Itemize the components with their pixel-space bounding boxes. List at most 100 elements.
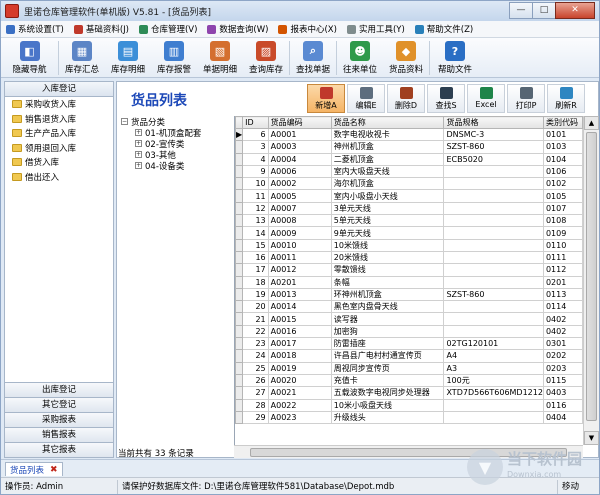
toolbar-button-5[interactable]: ▨ 查询库存: [243, 38, 289, 78]
action-button-3[interactable]: 查找S: [427, 84, 465, 113]
table-row[interactable]: 25 A0019 周视同步宣传页 A3 0203: [235, 361, 583, 375]
toolbar-button-2[interactable]: ▤ 库存明细: [105, 38, 151, 78]
table-row[interactable]: 21 A0015 读写器 0402: [235, 312, 583, 326]
row-selector[interactable]: [235, 164, 244, 179]
table-row[interactable]: 18 A0201 条幅 0201: [235, 275, 583, 289]
nav-item-2[interactable]: 生产产品入库: [5, 126, 113, 141]
tree-node-1[interactable]: +02-宣传类: [117, 138, 234, 150]
table-row[interactable]: 19 A0013 环神州机顶盒 SZST-860 0113: [235, 287, 583, 302]
expand-icon[interactable]: +: [135, 129, 142, 136]
row-selector[interactable]: [235, 226, 244, 240]
toolbar-button-8[interactable]: ◆ 货品资料: [383, 38, 429, 78]
row-selector[interactable]: [235, 312, 244, 326]
nav-group-button-4[interactable]: 其它报表: [5, 442, 113, 457]
table-row[interactable]: 14 A0009 9单元天线 0109: [235, 226, 583, 240]
table-row[interactable]: 16 A0011 20米馈线 0111: [235, 250, 583, 265]
nav-item-0[interactable]: 采购收货入库: [5, 97, 113, 112]
row-selector[interactable]: ▶: [235, 127, 244, 142]
nav-header-inbound[interactable]: 入库登记: [5, 82, 113, 97]
nav-group-button-2[interactable]: 采购报表: [5, 412, 113, 427]
scroll-thumb[interactable]: [586, 132, 597, 421]
row-selector[interactable]: [235, 373, 244, 388]
row-selector[interactable]: [235, 189, 244, 203]
nav-item-5[interactable]: 借出还入: [5, 170, 113, 185]
menu-item-6[interactable]: 帮助文件(Z): [410, 21, 478, 38]
row-selector[interactable]: [235, 152, 244, 166]
table-row[interactable]: 29 A0023 升级线头 0404: [235, 410, 583, 425]
toolbar-button-0[interactable]: ◧ 隐藏导航: [1, 38, 58, 78]
toolbar-button-7[interactable]: ☻ 往来单位: [337, 38, 383, 78]
column-header[interactable]: 类別代码: [542, 116, 583, 129]
row-selector[interactable]: [235, 263, 244, 277]
toolbar-button-3[interactable]: ▥ 库存报警: [151, 38, 197, 78]
row-selector[interactable]: [235, 250, 244, 265]
row-selector[interactable]: [235, 361, 244, 375]
menu-item-5[interactable]: 实用工具(Y): [342, 21, 410, 38]
action-button-4[interactable]: Excel: [467, 84, 505, 113]
tree-root[interactable]: − 货品分类: [117, 116, 234, 128]
row-selector[interactable]: [235, 140, 244, 154]
column-header[interactable]: ID: [242, 116, 269, 129]
column-header[interactable]: 货品规格: [443, 116, 544, 129]
action-button-6[interactable]: 刷新R: [547, 84, 585, 113]
maximize-button[interactable]: □: [532, 2, 556, 19]
table-row[interactable]: 11 A0005 室内小吸盘小天线 0105: [235, 189, 583, 203]
toolbar-button-6[interactable]: ⌕ 查找单据: [290, 38, 336, 78]
table-row[interactable]: 22 A0016 加密狗 0402: [235, 324, 583, 339]
table-row[interactable]: 28 A0022 10米小吸盘天线 0116: [235, 398, 583, 412]
row-selector[interactable]: [235, 398, 244, 412]
scroll-up-icon[interactable]: ▲: [584, 116, 599, 130]
table-row[interactable]: 15 A0010 10米馈线 0110: [235, 238, 583, 252]
row-selector[interactable]: [235, 238, 244, 252]
menu-item-4[interactable]: 报表中心(X): [273, 21, 341, 38]
expand-icon[interactable]: +: [135, 151, 142, 158]
table-row[interactable]: 27 A0021 五载波数字电视同步处理器 XTD7D566T606MD1212 040…: [235, 386, 583, 400]
row-selector[interactable]: [235, 337, 244, 351]
action-button-0[interactable]: 新增A: [307, 84, 345, 113]
tree-node-2[interactable]: +03-其他: [117, 149, 234, 161]
nav-group-button-0[interactable]: 出库登记: [5, 382, 113, 397]
row-selector[interactable]: [235, 324, 244, 339]
expand-icon[interactable]: +: [135, 162, 142, 169]
menu-item-3[interactable]: 数据查询(W): [202, 21, 273, 38]
row-selector[interactable]: [235, 214, 244, 228]
close-button[interactable]: ✕: [555, 2, 595, 19]
menu-item-2[interactable]: 仓库管理(V): [134, 21, 202, 38]
column-header[interactable]: 货品编码: [267, 116, 332, 129]
nav-group-button-3[interactable]: 销售报表: [5, 427, 113, 442]
collapse-icon[interactable]: −: [121, 118, 128, 125]
vertical-scrollbar[interactable]: ▲ ▼: [583, 116, 599, 445]
tab-close-icon[interactable]: ✖: [50, 465, 58, 475]
toolbar-button-9[interactable]: ? 帮助文件: [430, 38, 480, 78]
tree-node-3[interactable]: +04-设备类: [117, 160, 234, 172]
nav-item-3[interactable]: 领用退回入库: [5, 141, 113, 156]
table-row[interactable]: 13 A0008 5单元天线 0108: [235, 214, 583, 228]
row-selector[interactable]: [235, 201, 244, 216]
row-selector[interactable]: [235, 177, 244, 191]
nav-group-button-1[interactable]: 其它登记: [5, 397, 113, 412]
title-bar[interactable]: 里诺仓库管理软件(单机版) V5.81 - [货品列表] — □ ✕: [1, 1, 599, 21]
table-row[interactable]: 26 A0020 充值卡 100元 0115: [235, 373, 583, 388]
table-row[interactable]: 10 A0002 海尔机顶盒 0102: [235, 177, 583, 191]
column-header[interactable]: 货品名称: [330, 116, 445, 129]
nav-item-4[interactable]: 借货入库: [5, 155, 113, 170]
menu-item-0[interactable]: 系统设置(T): [1, 21, 69, 38]
row-selector[interactable]: [235, 349, 244, 363]
tab-goods-list[interactable]: 货品列表 ✖: [5, 462, 63, 476]
table-row[interactable]: 24 A0018 许昌县广电村村通宣传页 A4 0202: [235, 349, 583, 363]
table-row[interactable]: 20 A0014 黑色室内盘骨天线 0114: [235, 300, 583, 314]
row-selector[interactable]: [235, 287, 244, 302]
toolbar-button-4[interactable]: ▧ 单据明细: [197, 38, 243, 78]
table-row[interactable]: 17 A0012 零散馈线 0112: [235, 263, 583, 277]
toolbar-button-1[interactable]: ▦ 库存汇总: [59, 38, 105, 78]
nav-item-1[interactable]: 销售退货入库: [5, 112, 113, 127]
table-row[interactable]: 9 A0006 室内大吸盘天线 0106: [235, 164, 583, 179]
menu-item-1[interactable]: 基础资料(J): [69, 21, 134, 38]
table-row[interactable]: ▶ 6 A0001 数字电视收视卡 DNSMC-3 0101: [235, 127, 583, 142]
expand-icon[interactable]: +: [135, 140, 142, 147]
minimize-button[interactable]: —: [509, 2, 533, 19]
table-row[interactable]: 4 A0004 二菱机顶盒 ECB5020 0104: [235, 152, 583, 166]
action-button-5[interactable]: 打印P: [507, 84, 545, 113]
row-selector[interactable]: [235, 386, 244, 400]
table-row[interactable]: 12 A0007 3单元天线 0107: [235, 201, 583, 216]
